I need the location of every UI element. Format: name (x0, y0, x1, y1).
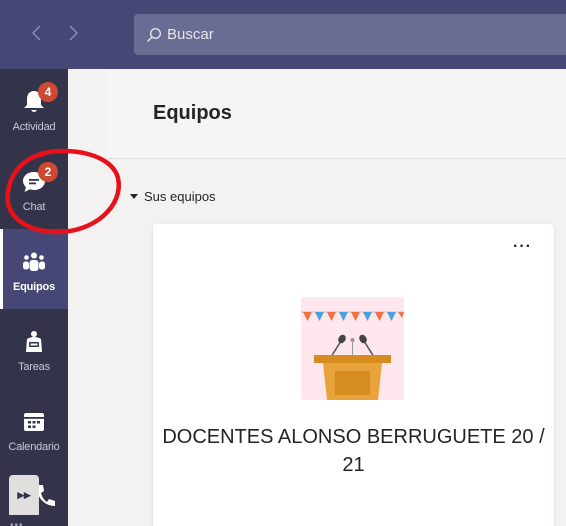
expand-apps-button[interactable]: ▸▸ (9, 475, 39, 515)
bell-icon: 4 (20, 82, 58, 115)
rail-item-tareas[interactable]: Tareas (0, 309, 68, 389)
rail-item-label: Calendario (8, 441, 60, 453)
search-placeholder: Buscar (167, 26, 214, 43)
page-title: Equipos (153, 102, 232, 124)
search-input[interactable]: Buscar (134, 14, 566, 55)
back-arrow-icon[interactable] (30, 22, 44, 44)
chat-icon: 2 (20, 162, 58, 195)
team-card[interactable]: ··· DOCENTES ALONSO BERRUGUETE 20 / 21 (153, 224, 554, 526)
section-your-teams[interactable]: Sus equipos (130, 189, 216, 204)
main-pane: Equipos Sus equipos ··· DOCENTES ALONSO … (106, 69, 566, 526)
rail-item-equipos[interactable]: Equipos (0, 229, 68, 309)
page-header: Equipos (106, 69, 566, 159)
more-options-button[interactable]: ··· (513, 239, 532, 255)
nav-arrows (30, 22, 80, 44)
top-bar: Buscar (0, 0, 566, 69)
team-name: DOCENTES ALONSO BERRUGUETE 20 / 21 (162, 426, 545, 476)
chat-badge: 2 (38, 162, 58, 182)
rail-item-actividad[interactable]: 4 Actividad (0, 69, 68, 149)
rail-item-calendario[interactable]: Calendario (0, 389, 68, 469)
rail-item-label: Tareas (18, 361, 50, 373)
rail-item-label: Actividad (12, 121, 56, 133)
teams-icon (20, 249, 48, 275)
rail-item-label: Equipos (13, 281, 55, 293)
team-avatar (301, 297, 404, 400)
teams-app: Buscar 4 Actividad 2 Chat Equipos Tareas… (0, 0, 566, 526)
app-rail: 4 Actividad 2 Chat Equipos Tareas Calend… (0, 69, 68, 526)
activity-badge: 4 (38, 82, 58, 102)
section-title: Sus equipos (144, 189, 216, 204)
podium-icon (301, 311, 404, 400)
rail-item-label: Chat (22, 201, 46, 213)
rail-item-chat[interactable]: 2 Chat (0, 149, 68, 229)
more-dots-icon: ••• (10, 520, 24, 526)
search-icon (147, 27, 161, 42)
caret-down-icon (130, 194, 138, 199)
forward-arrow-icon[interactable] (66, 22, 80, 44)
assignments-icon (20, 329, 48, 355)
calendar-icon (20, 409, 48, 435)
